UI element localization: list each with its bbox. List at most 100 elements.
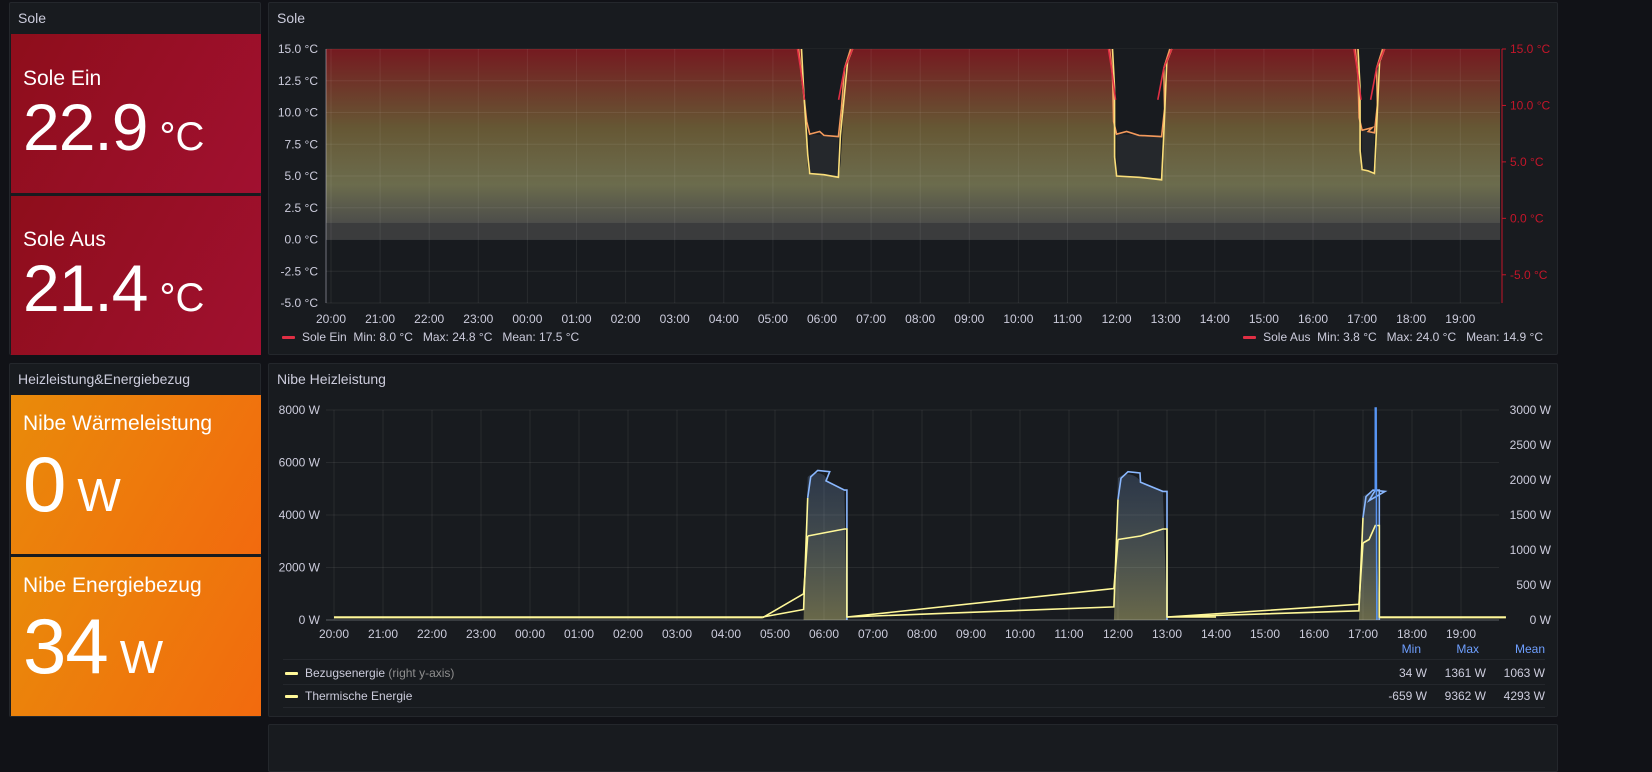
- sole-ein-stat[interactable]: Sole Ein 22.9 °C: [11, 34, 261, 193]
- x-tick-label: 06:00: [807, 312, 837, 326]
- y-right-tick-label: -5.0 °C: [1510, 268, 1548, 282]
- x-tick-label: 07:00: [856, 312, 886, 326]
- stat-unit: W: [119, 631, 164, 683]
- legend-header-min[interactable]: Min: [1402, 642, 1421, 656]
- stat-label: Nibe Wärmeleistung: [23, 412, 213, 435]
- heiz-chart[interactable]: 8000 W 6000 W 4000 W 2000 W 0 W 3000 W 2500 W 2…: [269, 400, 1559, 680]
- y-tick-label: 2.5 °C: [285, 201, 319, 215]
- stat-number: 22.9: [23, 90, 148, 164]
- series-thermische: [762, 497, 809, 618]
- y-tick-label: 8000 W: [279, 403, 321, 417]
- x-tick-label: 09:00: [956, 627, 986, 641]
- x-tick-label: 08:00: [905, 312, 935, 326]
- x-tick-label: 18:00: [1397, 627, 1427, 641]
- legend-swatch: [282, 336, 295, 340]
- panel-title[interactable]: Sole: [277, 10, 305, 26]
- area-fill: [326, 49, 1500, 223]
- y-tick-label: -2.5 °C: [281, 264, 319, 278]
- legend-divider: [283, 684, 1545, 685]
- y-tick-label: 12.5 °C: [278, 74, 318, 88]
- y-right-tick-label: 1000 W: [1510, 543, 1552, 557]
- stat-label: Sole Aus: [23, 228, 106, 251]
- legend-stats: Min: 3.8 °C Max: 24.0 °C Mean: 14.9 °C: [1317, 330, 1543, 344]
- series-thermische: [846, 499, 1119, 618]
- y-tick-label: -5.0 °C: [281, 296, 319, 310]
- y-tick-label: 4000 W: [279, 508, 321, 522]
- panel-title[interactable]: Sole: [18, 10, 46, 26]
- stat-number: 21.4: [23, 251, 148, 325]
- legend-stats: Min: 8.0 °C Max: 24.8 °C Mean: 17.5 °C: [353, 330, 580, 344]
- x-tick-label: 21:00: [365, 312, 395, 326]
- series-bezugsenergie: [762, 535, 809, 619]
- y-tick-label: 0 W: [299, 613, 321, 627]
- stat-unit: W: [77, 469, 121, 521]
- legend-divider: [283, 707, 1545, 708]
- legend-min: -659 W: [1388, 689, 1427, 703]
- legend-sole-ein[interactable]: Sole Ein Min: 8.0 °C Max: 24.8 °C Mean: …: [282, 330, 579, 344]
- x-tick-label: 01:00: [564, 627, 594, 641]
- stat-label: Nibe Energiebezug: [23, 574, 202, 597]
- stat-value: 22.9 °C: [23, 89, 204, 165]
- legend-item-bezugsenergie[interactable]: Bezugsenergie (right y-axis): [285, 666, 454, 680]
- stat-number: 0: [23, 440, 66, 528]
- x-tick-label: 16:00: [1298, 312, 1328, 326]
- legend-name: Sole Aus: [1263, 330, 1311, 344]
- waermeleistung-stat[interactable]: Nibe Wärmeleistung 0W: [11, 395, 261, 554]
- legend-item-thermische[interactable]: Thermische Energie: [285, 689, 412, 703]
- legend-header-max[interactable]: Max: [1456, 642, 1479, 656]
- x-tick-label: 12:00: [1103, 627, 1133, 641]
- area-fill: [803, 472, 847, 620]
- y-right-tick-label: 3000 W: [1510, 403, 1552, 417]
- legend-sole-aus[interactable]: Sole Aus Min: 3.8 °C Max: 24.0 °C Mean: …: [1243, 330, 1543, 344]
- legend-header-mean[interactable]: Mean: [1515, 642, 1545, 656]
- x-tick-label: 17:00: [1348, 627, 1378, 641]
- x-tick-label: 22:00: [414, 312, 444, 326]
- x-tick-label: 19:00: [1446, 627, 1476, 641]
- x-tick-label: 17:00: [1347, 312, 1377, 326]
- next-panel-edge: [268, 724, 1558, 772]
- x-tick-label: 00:00: [515, 627, 545, 641]
- x-tick-label: 01:00: [561, 312, 591, 326]
- x-tick-label: 14:00: [1200, 312, 1230, 326]
- x-tick-label: 11:00: [1054, 627, 1083, 641]
- legend-divider: [283, 659, 1545, 660]
- x-tick-label: 08:00: [907, 627, 937, 641]
- stat-unit: °C: [159, 276, 205, 320]
- x-tick-label: 02:00: [613, 627, 643, 641]
- x-tick-label: 00:00: [512, 312, 542, 326]
- y-tick-label: 15.0 °C: [278, 42, 318, 56]
- stat-unit: °C: [159, 115, 205, 159]
- legend-swatch: [1243, 336, 1257, 340]
- sole-aus-stat[interactable]: Sole Aus 21.4 °C: [11, 196, 261, 355]
- sole-stat-panel: Sole Sole Ein 22.9 °C Sole Aus 21.4 °C: [9, 2, 261, 355]
- y-right-tick-label: 2000 W: [1510, 473, 1552, 487]
- y-tick-label: 10.0 °C: [278, 106, 318, 120]
- sole-chart-panel: Sole 15.0 °C 12.5 °C 10.0 °C 7.5 °C 5.0 °C 2.…: [268, 2, 1558, 355]
- dip-band: [809, 134, 839, 176]
- area-fill: [1113, 474, 1167, 620]
- sole-chart[interactable]: 15.0 °C 12.5 °C 10.0 °C 7.5 °C 5.0 °C 2.5 °C 0…: [269, 39, 1559, 349]
- x-tick-label: 10:00: [1003, 312, 1033, 326]
- x-tick-label: 23:00: [466, 627, 496, 641]
- x-tick-label: 04:00: [709, 312, 739, 326]
- y-right-tick-label: 0.0 °C: [1510, 211, 1544, 225]
- x-tick-label: 06:00: [809, 627, 839, 641]
- x-tick-label: 03:00: [660, 312, 690, 326]
- x-tick-label: 13:00: [1152, 627, 1182, 641]
- panel-title[interactable]: Nibe Heizleistung: [277, 371, 386, 387]
- x-tick-label: 18:00: [1396, 312, 1426, 326]
- area-fill: [326, 222, 1500, 240]
- panel-title[interactable]: Heizleistung&Energiebezug: [18, 371, 190, 387]
- x-tick-label: 12:00: [1102, 312, 1132, 326]
- y-tick-label: 0.0 °C: [285, 233, 319, 247]
- stat-value: 0W: [23, 439, 121, 530]
- x-tick-label: 15:00: [1250, 627, 1280, 641]
- y-tick-label: 6000 W: [279, 456, 321, 470]
- legend-min: 34 W: [1398, 666, 1427, 680]
- heiz-chart-panel: Nibe Heizleistung 8000 W 6000 W 4000 W 2000…: [268, 363, 1558, 717]
- legend-name: Bezugsenergie: [305, 666, 386, 680]
- x-tick-label: 05:00: [760, 627, 790, 641]
- x-tick-label: 03:00: [662, 627, 692, 641]
- legend-name: Sole Ein: [302, 330, 347, 344]
- energiebezug-stat[interactable]: Nibe Energiebezug 34 W: [11, 557, 261, 716]
